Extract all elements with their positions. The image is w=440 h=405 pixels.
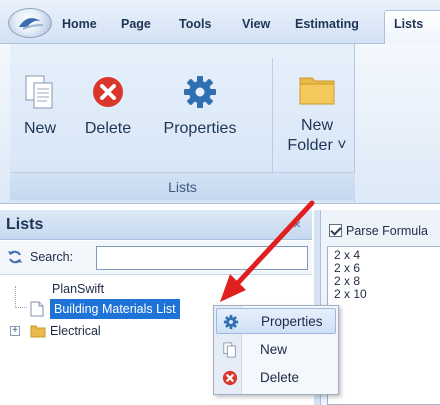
list-document-icon xyxy=(30,301,44,317)
app-logo-icon xyxy=(19,18,44,30)
lists-panel-header: Lists × xyxy=(0,210,312,240)
expand-icon[interactable]: + xyxy=(10,326,20,336)
tree-item-building-materials[interactable]: Building Materials List xyxy=(0,299,230,319)
properties-button[interactable]: Properties xyxy=(154,74,246,138)
delete-button[interactable]: Delete xyxy=(76,74,140,138)
new-folder-label-line2: Folder ˅ xyxy=(287,137,347,154)
delete-icon xyxy=(222,370,238,386)
delete-icon xyxy=(93,77,123,107)
tab-home[interactable]: Home xyxy=(62,17,97,31)
new-folder-label-line1: New xyxy=(300,117,333,134)
panel-title: Lists xyxy=(6,216,44,233)
tab-view[interactable]: View xyxy=(242,17,270,31)
formula-textarea[interactable]: 2 x 4 2 x 6 2 x 8 2 x 10 xyxy=(327,246,440,405)
tree-item-label: Electrical xyxy=(50,324,101,338)
search-label: Search: xyxy=(30,250,74,264)
formula-line: 2 x 10 xyxy=(334,287,367,301)
tree-item-root[interactable]: PlanSwift xyxy=(0,279,200,299)
new-button[interactable]: New xyxy=(16,74,64,138)
context-menu-label: Delete xyxy=(260,370,300,385)
gear-icon xyxy=(223,314,239,330)
new-button-label: New xyxy=(23,120,56,137)
context-menu-delete[interactable]: Delete xyxy=(216,365,336,391)
ribbon-tab-bar: Home Page Tools View Estimating Lists xyxy=(0,0,440,45)
tab-estimating[interactable]: Estimating xyxy=(295,17,359,31)
parse-formula-checkbox[interactable] xyxy=(329,224,342,237)
app-menu-button[interactable] xyxy=(8,8,52,38)
parse-formula-option[interactable]: Parse Formula xyxy=(329,224,428,238)
folder-icon xyxy=(299,77,335,105)
context-menu-new[interactable]: New xyxy=(216,337,336,363)
ribbon-group-label: Lists xyxy=(10,172,355,200)
search-bar: Search: xyxy=(0,241,312,275)
search-input[interactable] xyxy=(96,246,308,270)
ribbon-panel: New Delete Properties New Folder ˅ Lists xyxy=(0,44,440,204)
ribbon-group-lists: New Delete Properties New Folder ˅ Lists xyxy=(10,44,355,202)
parse-formula-label: Parse Formula xyxy=(346,224,428,238)
tab-tools[interactable]: Tools xyxy=(179,17,211,31)
new-document-icon xyxy=(25,75,53,109)
new-document-icon xyxy=(223,342,236,358)
context-menu-label: Properties xyxy=(261,314,323,329)
tab-page[interactable]: Page xyxy=(121,17,151,31)
context-menu-label: New xyxy=(260,342,288,357)
gear-icon xyxy=(184,76,216,108)
context-menu: Properties New Delete xyxy=(213,305,339,395)
close-icon[interactable]: × xyxy=(293,216,301,232)
context-menu-properties[interactable]: Properties xyxy=(216,308,336,334)
refresh-icon[interactable] xyxy=(7,249,23,265)
folder-icon xyxy=(30,325,46,338)
tree-item-label: Building Materials List xyxy=(50,299,180,319)
tab-lists-label: Lists xyxy=(394,17,424,31)
tab-lists[interactable]: Lists xyxy=(384,10,440,45)
tree-item-label: PlanSwift xyxy=(52,282,105,296)
delete-button-label: Delete xyxy=(84,120,132,137)
properties-button-label: Properties xyxy=(163,120,237,137)
new-folder-button[interactable]: New Folder ˅ xyxy=(278,72,356,156)
tree-item-electrical[interactable]: + Electrical xyxy=(0,321,200,341)
